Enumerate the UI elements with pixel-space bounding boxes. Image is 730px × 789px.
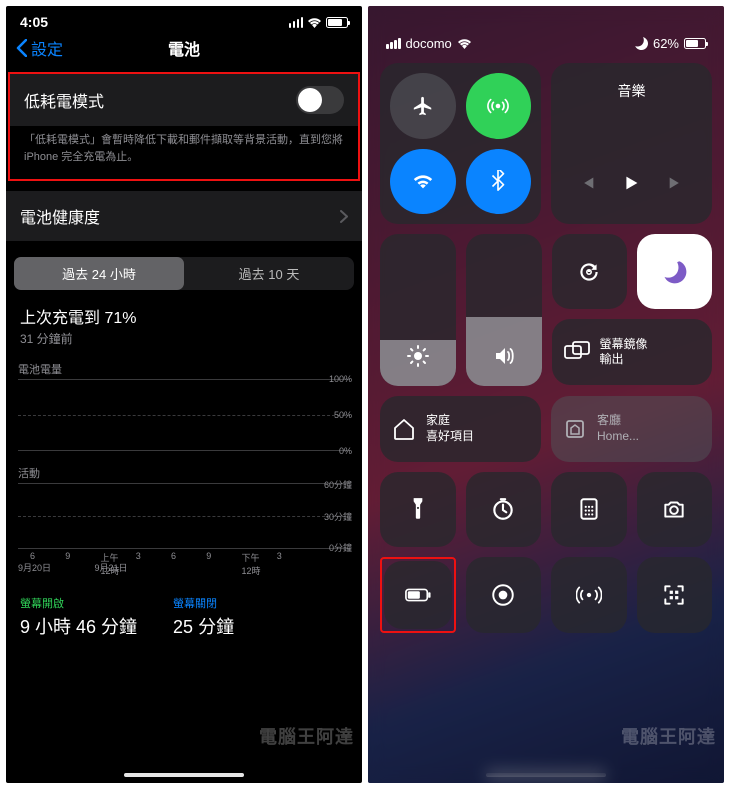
rotation-lock-toggle[interactable] (552, 234, 627, 309)
prev-icon[interactable] (575, 172, 597, 194)
nav-bar: 設定 電池 (6, 30, 362, 72)
highlight-low-power: 低耗電模式 「低耗電模式」會暫時降低下載和郵件擷取等背景活動，直到您將 iPho… (8, 72, 360, 181)
camera-button[interactable] (637, 472, 713, 548)
low-power-label: 低耗電模式 (24, 88, 104, 112)
low-power-cc-toggle[interactable] (384, 561, 452, 629)
seg-24h[interactable]: 過去 24 小時 (14, 257, 184, 290)
home-indicator[interactable] (124, 773, 244, 777)
wifi-icon (457, 38, 472, 49)
low-power-footnote: 「低耗電模式」會暫時降低下載和郵件擷取等背景活動，直到您將 iPhone 完全充… (10, 126, 358, 179)
highlight-low-power-cc (380, 557, 456, 633)
moon-icon (635, 37, 648, 50)
battery-settings-screen: 4:05 設定 電池 低耗電模式 「低耗電模式」會暫時降低下載和郵件擷取等背景活… (6, 6, 362, 783)
signal-icon (289, 17, 304, 28)
screen-mirror-tile[interactable]: 螢幕鏡像輸出 (552, 319, 713, 385)
last-charge-ago: 31 分鐘前 (6, 330, 362, 347)
calculator-button[interactable] (551, 472, 627, 548)
qr-scan-button[interactable] (637, 557, 713, 633)
music-title: 音樂 (563, 81, 700, 101)
next-icon[interactable] (666, 172, 688, 194)
battery-level-chart: 電池電量 100%50%0% (18, 361, 350, 451)
carrier: docomo (406, 36, 452, 51)
connectivity-tile[interactable] (380, 63, 541, 224)
last-charge-title: 上次充電到 71% (6, 290, 362, 330)
low-power-row: 低耗電模式 (10, 74, 358, 126)
brightness-slider[interactable] (380, 234, 456, 386)
page-title: 電池 (168, 36, 200, 60)
chevron-right-icon (340, 210, 348, 223)
cc-status-bar: docomo 62% (368, 6, 724, 63)
wifi-toggle[interactable] (390, 149, 456, 215)
home-tile[interactable]: 家庭喜好項目 (380, 396, 541, 462)
signal-icon (386, 38, 401, 49)
cellular-toggle[interactable] (466, 73, 532, 139)
bluetooth-toggle[interactable] (466, 149, 532, 215)
battery-icon (326, 17, 348, 28)
back-button[interactable]: 設定 (16, 36, 63, 60)
home-indicator[interactable] (486, 773, 606, 777)
wifi-icon (307, 17, 322, 28)
screen-on-label: 螢幕開啟 (20, 595, 137, 611)
battery-health-row[interactable]: 電池健康度 (6, 191, 362, 241)
screen-on-value: 9 小時 46 分鐘 (20, 613, 137, 639)
time-range-segment[interactable]: 過去 24 小時 過去 10 天 (14, 257, 354, 290)
watermark: 電腦王阿達 (259, 723, 354, 749)
seg-10d[interactable]: 過去 10 天 (184, 257, 354, 290)
activity-chart: 活動 60分鐘30分鐘0分鐘 69上午 12時369下午 12時39月20日9月… (18, 465, 350, 577)
flashlight-toggle[interactable] (380, 472, 456, 548)
watermark: 電腦王阿達 (621, 723, 716, 749)
screen-off-label: 螢幕關閉 (173, 595, 234, 611)
timer-button[interactable] (466, 472, 542, 548)
play-icon[interactable] (620, 172, 642, 194)
music-tile[interactable]: 音樂 (551, 63, 712, 224)
airplane-toggle[interactable] (390, 73, 456, 139)
screen-record-toggle[interactable] (466, 557, 542, 633)
clock: 4:05 (20, 14, 48, 30)
screen-off-value: 25 分鐘 (173, 613, 234, 639)
control-center-screen: docomo 62% 音樂 (368, 6, 724, 783)
dnd-toggle[interactable] (637, 234, 712, 309)
low-power-toggle[interactable] (296, 86, 344, 114)
nfc-toggle[interactable] (551, 557, 627, 633)
battery-icon (684, 38, 706, 49)
battery-text: 62% (653, 36, 679, 51)
homekit-room-tile[interactable]: 客廳Home... (551, 396, 712, 462)
status-bar: 4:05 (6, 6, 362, 30)
volume-slider[interactable] (466, 234, 542, 386)
screen-time-row: 螢幕開啟 9 小時 46 分鐘 螢幕關閉 25 分鐘 (6, 577, 362, 639)
